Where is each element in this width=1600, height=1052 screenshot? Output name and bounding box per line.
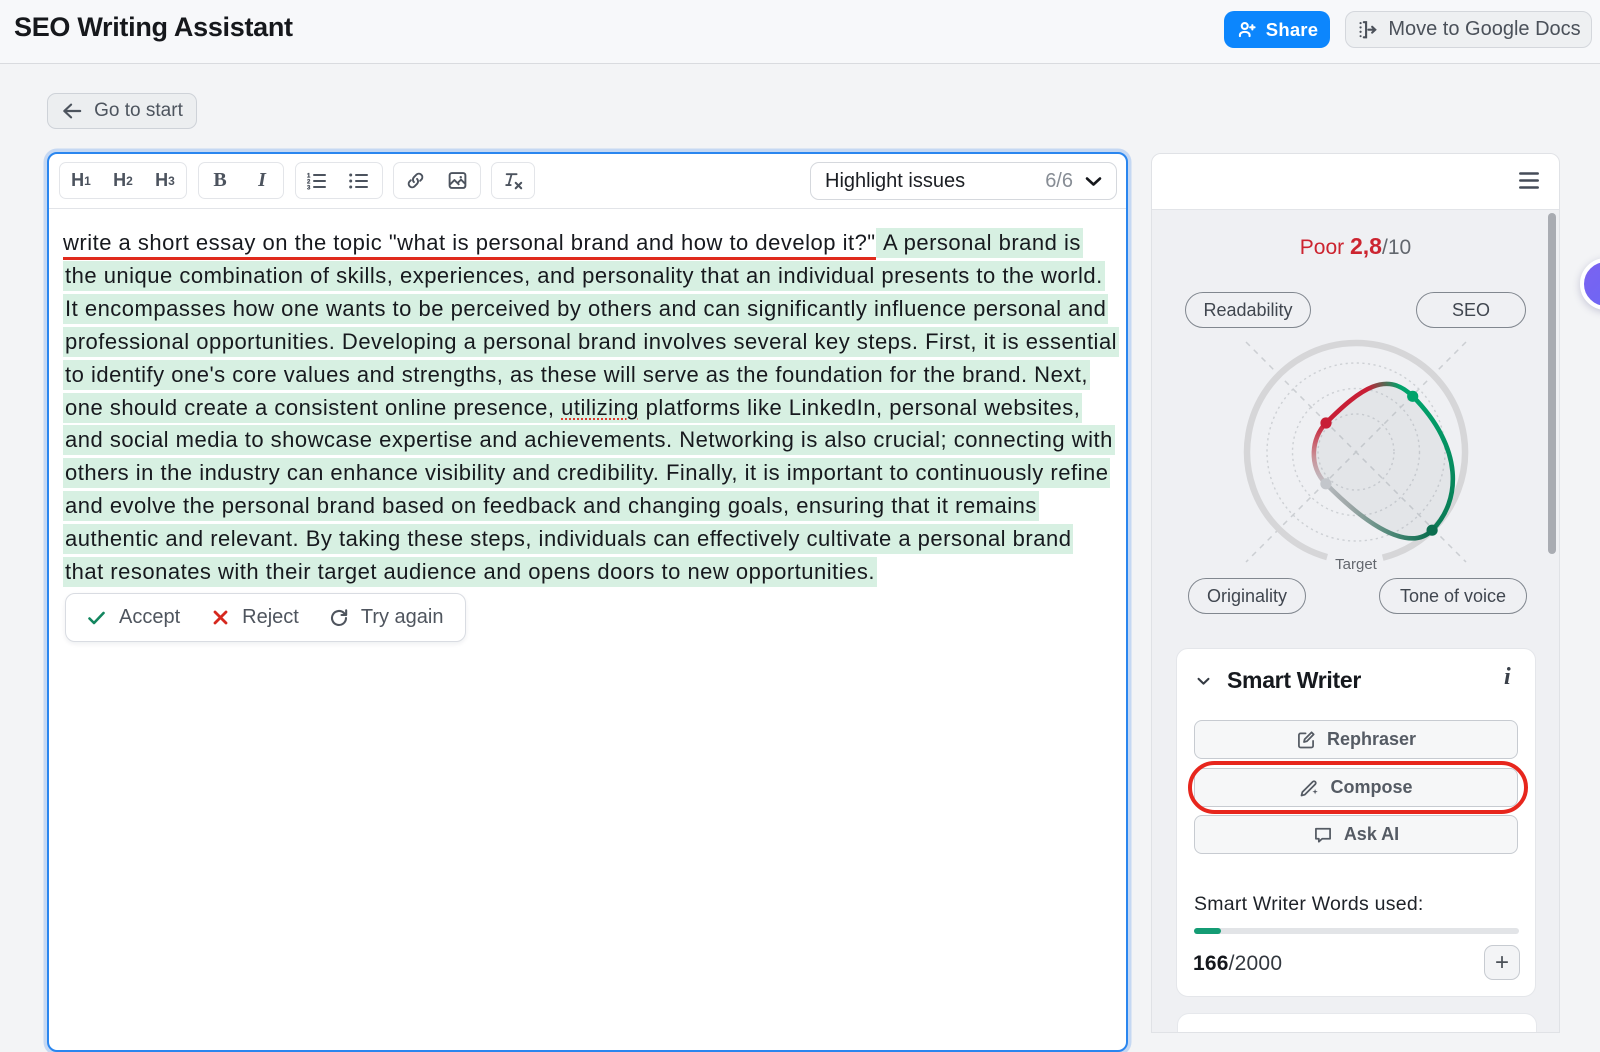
svg-text:Target: Target <box>1335 556 1378 573</box>
svg-text:3: 3 <box>307 185 311 190</box>
